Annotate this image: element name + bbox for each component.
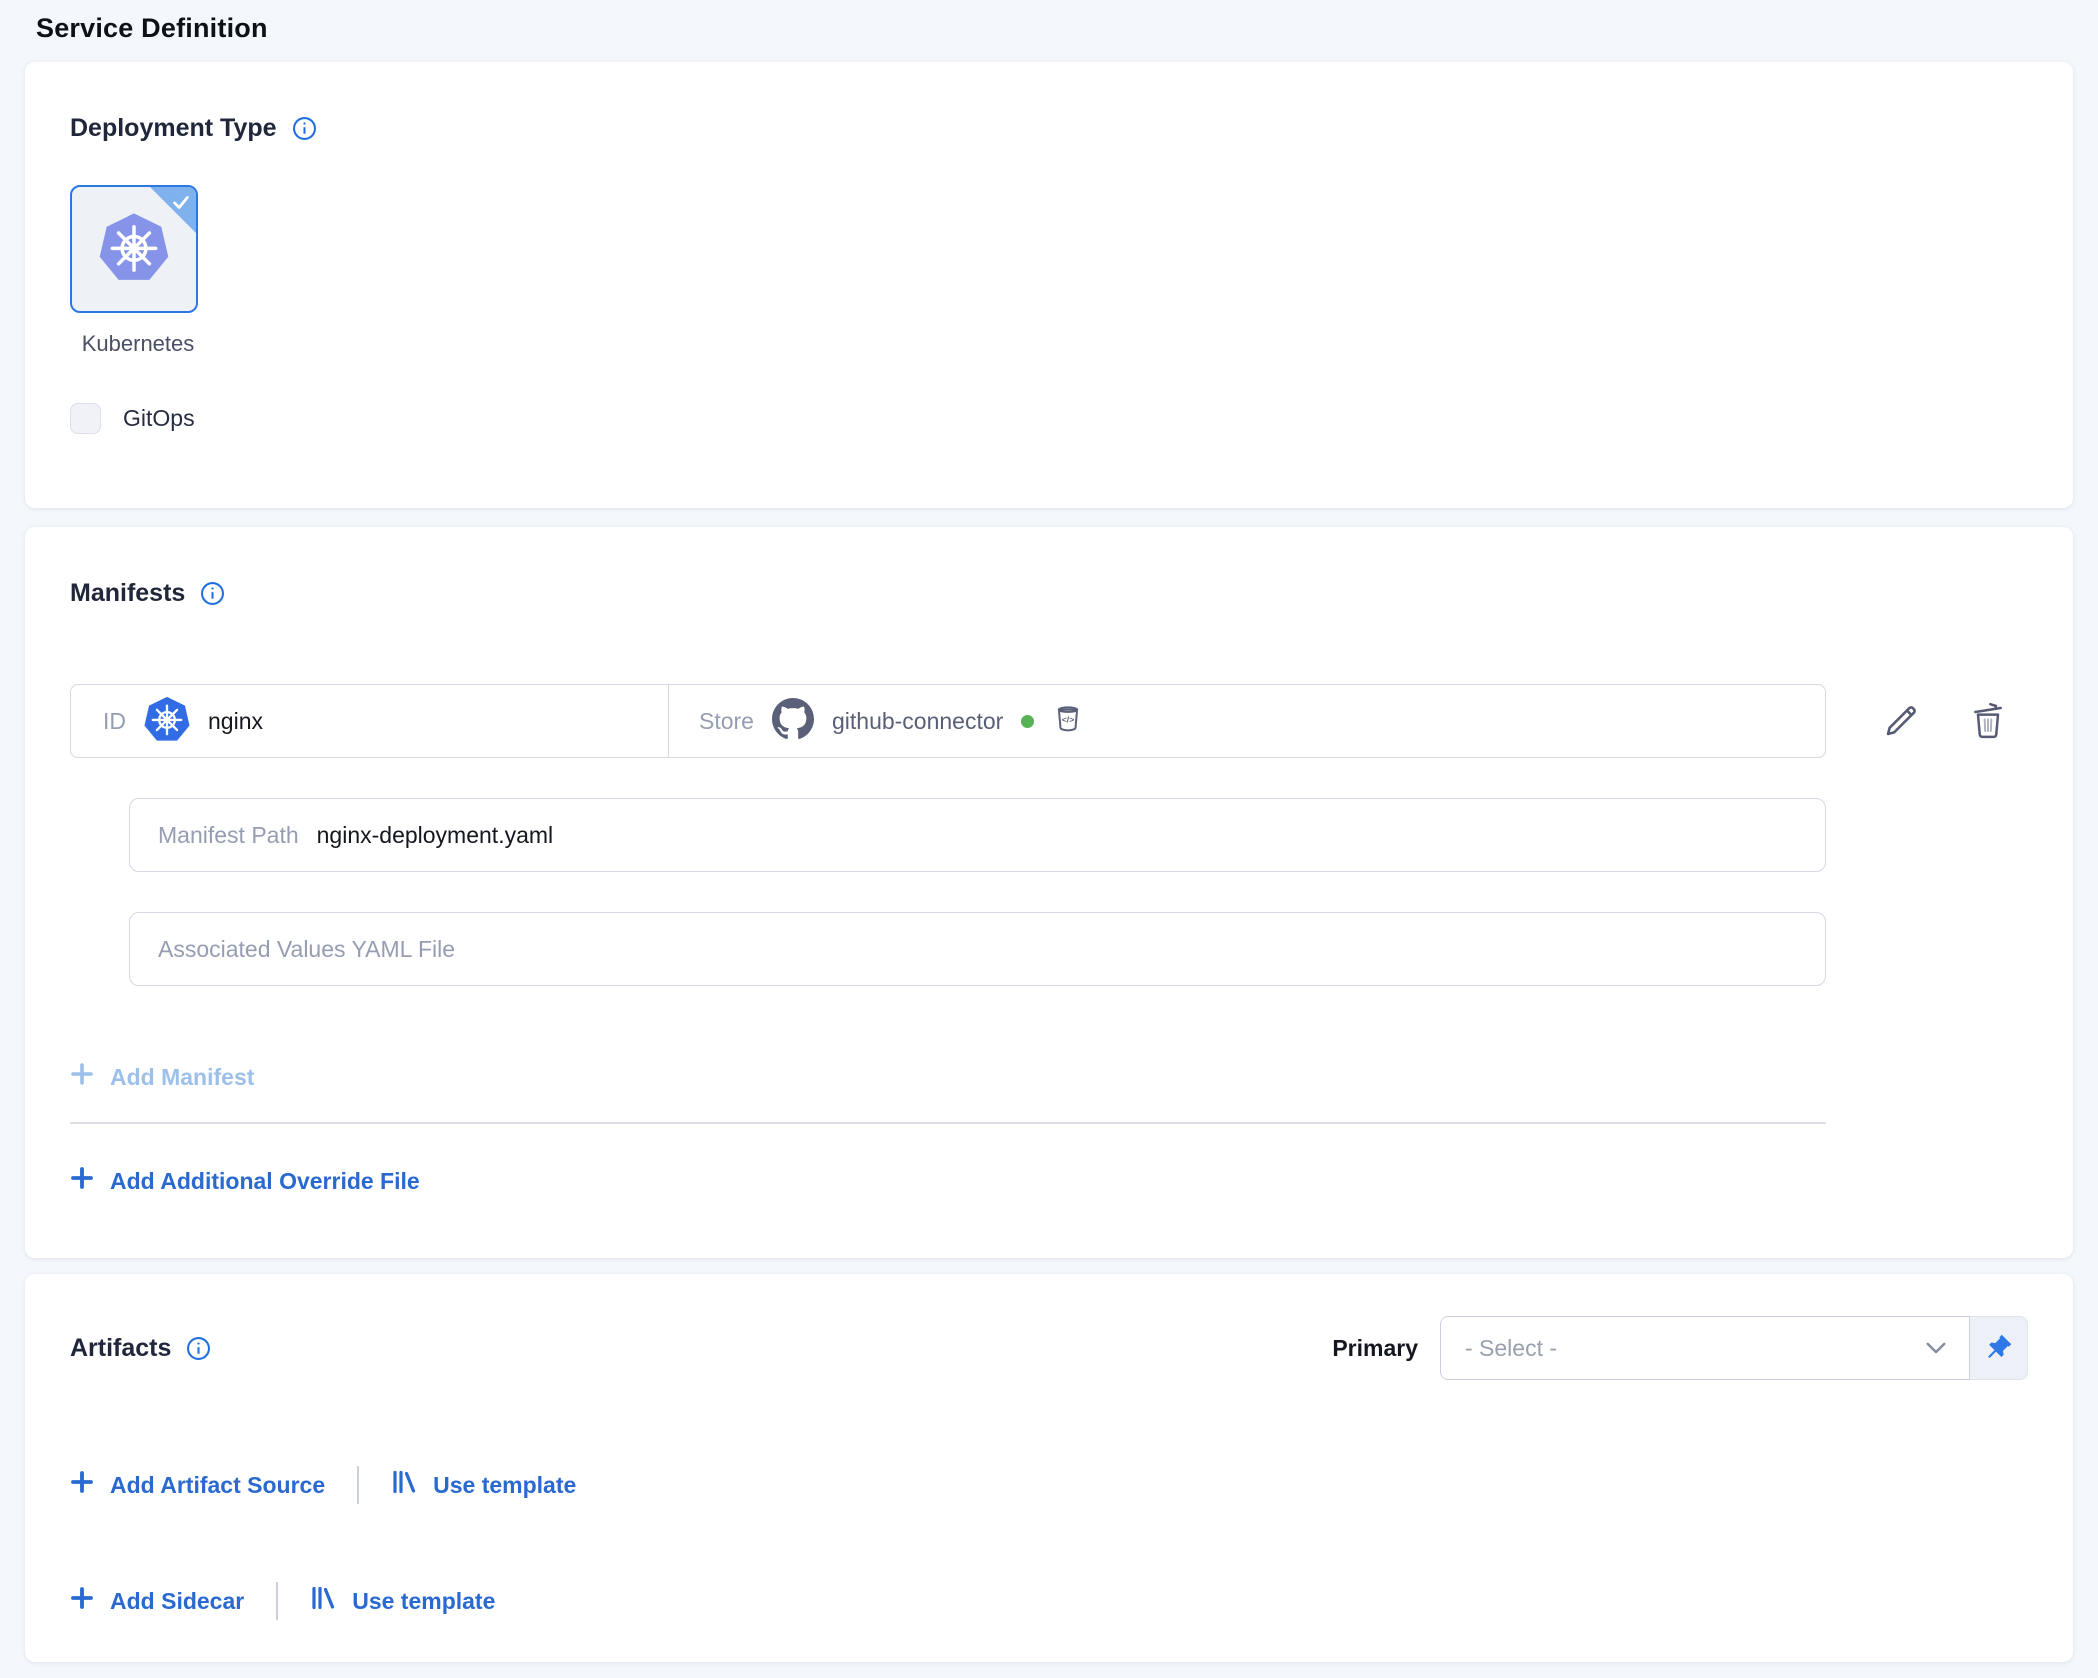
values-yaml-field[interactable]: Associated Values YAML File <box>129 912 1826 986</box>
manifest-summary[interactable]: ID <box>70 684 1826 758</box>
sidecar-links: Add Sidecar Use template <box>70 1582 2028 1620</box>
gitops-label: GitOps <box>123 405 195 432</box>
selected-check-icon <box>170 191 192 218</box>
artifacts-info-icon[interactable] <box>186 1336 211 1361</box>
code-store-icon: </> <box>1052 703 1084 740</box>
manifest-store-section: Store github-connector </> <box>669 685 1084 757</box>
manifests-info-icon[interactable] <box>200 581 225 606</box>
values-yaml-placeholder: Associated Values YAML File <box>158 936 455 963</box>
service-definition-page: Service Definition Deployment Type <box>0 0 2098 1662</box>
manifest-row: ID <box>70 684 2028 758</box>
deployment-info-icon[interactable] <box>292 116 317 141</box>
pin-button[interactable] <box>1970 1316 2028 1380</box>
github-icon <box>772 698 814 745</box>
store-connector-name: github-connector <box>832 708 1003 735</box>
use-template-sidecar-button[interactable]: Use template <box>310 1585 495 1617</box>
manifests-heading: Manifests <box>70 579 185 608</box>
gitops-checkbox[interactable] <box>70 403 101 434</box>
select-value: - Select - <box>1465 1335 1557 1362</box>
links-divider <box>357 1466 359 1504</box>
plus-icon <box>70 1586 94 1616</box>
primary-artifact-select[interactable]: - Select - <box>1440 1316 1970 1380</box>
edit-manifest-button[interactable] <box>1880 700 1922 742</box>
add-sidecar-button[interactable]: Add Sidecar <box>70 1586 244 1616</box>
plus-icon <box>70 1470 94 1500</box>
section-divider <box>70 1122 1826 1124</box>
add-manifest-button[interactable]: Add Manifest <box>70 1062 254 1092</box>
artifacts-heading: Artifacts <box>70 1334 171 1363</box>
chevron-down-icon <box>1925 1341 1947 1355</box>
manifest-path-label: Manifest Path <box>158 822 299 849</box>
manifests-card: Manifests ID <box>25 527 2073 1258</box>
primary-label: Primary <box>1332 1335 1418 1362</box>
manifest-id-value: nginx <box>208 708 263 735</box>
gitops-option: GitOps <box>70 403 195 434</box>
store-label: Store <box>699 708 754 735</box>
page-title: Service Definition <box>36 10 2073 46</box>
links-divider <box>276 1582 278 1620</box>
delete-manifest-button[interactable] <box>1968 700 2010 742</box>
add-artifact-source-button[interactable]: Add Artifact Source <box>70 1470 325 1500</box>
plus-icon <box>70 1166 94 1196</box>
manifest-path-field[interactable]: Manifest Path nginx-deployment.yaml <box>129 798 1826 872</box>
template-library-icon <box>310 1585 336 1617</box>
svg-text:</>: </> <box>1062 714 1075 724</box>
artifacts-card: Artifacts Primary - Select - <box>25 1274 2073 1662</box>
manifest-path-value: nginx-deployment.yaml <box>317 822 554 849</box>
kubernetes-tile-label: Kubernetes <box>70 331 206 357</box>
manifest-row-actions <box>1880 700 2010 742</box>
deployment-type-tile-kubernetes[interactable] <box>70 185 198 313</box>
plus-icon <box>70 1062 94 1092</box>
manifest-id-section: ID <box>71 685 669 757</box>
deployment-type-heading: Deployment Type <box>70 114 277 143</box>
kubernetes-icon <box>99 212 169 287</box>
deployment-type-card: Deployment Type <box>25 62 2073 508</box>
add-override-file-button[interactable]: Add Additional Override File <box>70 1166 420 1196</box>
artifact-source-links: Add Artifact Source Use template <box>70 1466 2028 1504</box>
primary-artifact-group: Primary - Select - <box>1332 1316 2028 1380</box>
kubernetes-manifest-icon <box>144 696 190 747</box>
template-library-icon <box>391 1469 417 1501</box>
connector-status-dot <box>1021 715 1034 728</box>
use-template-artifact-button[interactable]: Use template <box>391 1469 576 1501</box>
pin-icon <box>1984 1332 2014 1365</box>
manifest-id-label: ID <box>103 708 126 735</box>
